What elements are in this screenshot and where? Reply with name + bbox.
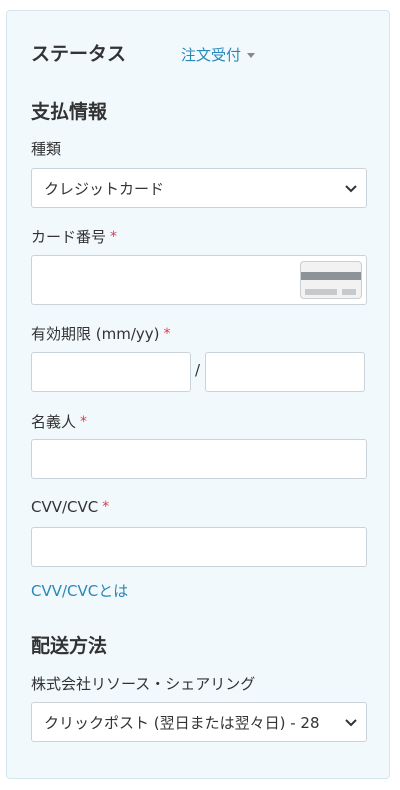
required-mark: *	[102, 499, 110, 515]
chevron-down-icon	[345, 185, 357, 193]
required-mark: *	[80, 413, 88, 430]
cvv-help-link[interactable]: CVV/CVCとは	[31, 580, 128, 601]
order-panel: ステータス 注文受付 支払情報 種類 クレジットカード カード番号 * 有効期限…	[6, 10, 390, 779]
cvv-label: CVV/CVC *	[31, 498, 109, 516]
credit-card-icon	[300, 261, 362, 299]
status-value: 注文受付	[181, 46, 242, 64]
status-dropdown[interactable]: 注文受付	[181, 44, 256, 65]
holder-label: 名義人 *	[31, 411, 87, 432]
card-number-input[interactable]	[31, 255, 367, 305]
shipping-method-value: クリックポスト (翌日または翌々日) - 28	[44, 713, 320, 732]
holder-label-text: 名義人	[31, 413, 77, 431]
payment-type-value: クレジットカード	[44, 179, 165, 198]
shipping-method-select[interactable]: クリックポスト (翌日または翌々日) - 28	[31, 702, 367, 742]
card-number-label: カード番号 *	[31, 226, 117, 247]
shipping-heading: 配送方法	[31, 635, 108, 657]
card-number-label-text: カード番号	[31, 228, 107, 246]
payment-heading: 支払情報	[31, 101, 108, 123]
holder-name-input[interactable]	[31, 439, 367, 479]
shipping-company: 株式会社リソース・シェアリング	[31, 675, 256, 693]
caret-down-icon	[247, 53, 256, 58]
payment-type-select[interactable]: クレジットカード	[31, 168, 367, 208]
payment-type-label: 種類	[31, 140, 62, 158]
status-heading: ステータス	[31, 43, 127, 65]
required-mark: *	[110, 228, 118, 245]
cvv-label-text: CVV/CVC	[31, 498, 99, 516]
required-mark: *	[163, 325, 171, 342]
expiry-year-input[interactable]	[205, 352, 365, 392]
expiry-month-input[interactable]	[31, 352, 191, 392]
cvv-input[interactable]	[31, 527, 367, 567]
expiry-label: 有効期限 (mm/yy) *	[31, 323, 171, 344]
chevron-down-icon	[345, 719, 357, 727]
expiry-label-text: 有効期限 (mm/yy)	[31, 325, 160, 343]
expiry-separator: /	[195, 361, 201, 379]
